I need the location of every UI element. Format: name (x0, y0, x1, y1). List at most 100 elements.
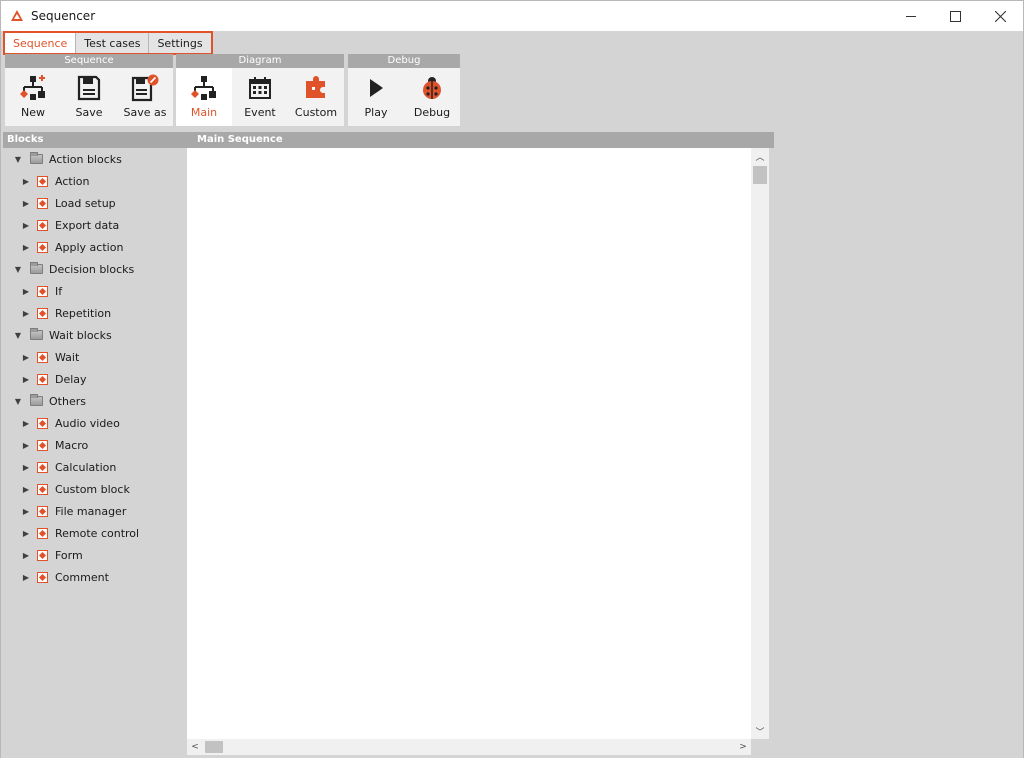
tree-item-label: Form (55, 548, 83, 562)
scroll-right-arrow-icon[interactable]: > (735, 739, 751, 755)
save-as-button[interactable]: Save as (117, 68, 173, 126)
save-button[interactable]: Save (61, 68, 117, 126)
event-diagram-button[interactable]: Event (232, 68, 288, 126)
ribbon-group-title: Sequence (5, 54, 173, 68)
maximize-button[interactable] (933, 1, 978, 31)
tree-item[interactable]: ▶ Delay (20, 369, 87, 389)
tree-item[interactable]: ▶ Export data (20, 215, 119, 235)
expanded-arrow-icon[interactable]: ▼ (12, 155, 24, 164)
tree-group-others[interactable]: ▼ Others (12, 391, 86, 411)
collapsed-arrow-icon[interactable]: ▶ (20, 177, 32, 186)
play-button[interactable]: Play (348, 68, 404, 126)
folder-icon (30, 394, 43, 406)
tree-group-label: Others (49, 394, 86, 408)
tree-item-label: Export data (55, 218, 120, 232)
tree-item[interactable]: ▶ Calculation (20, 457, 116, 477)
horizontal-scrollbar[interactable]: < > (187, 739, 751, 755)
close-button[interactable] (978, 1, 1023, 31)
tree-item[interactable]: ▶ Remote control (20, 523, 139, 543)
vertical-scroll-thumb[interactable] (753, 166, 767, 184)
collapsed-arrow-icon[interactable]: ▶ (20, 529, 32, 538)
save-button-label: Save (75, 106, 103, 119)
collapsed-arrow-icon[interactable]: ▶ (20, 243, 32, 252)
expanded-arrow-icon[interactable]: ▼ (12, 397, 24, 406)
scrollbar-corner (751, 739, 769, 755)
tree-item-label: If (55, 284, 63, 298)
tree-item[interactable]: ▶ Load setup (20, 193, 116, 213)
tree-item[interactable]: ▶ Macro (20, 435, 88, 455)
block-icon (37, 417, 48, 429)
collapsed-arrow-icon[interactable]: ▶ (20, 221, 32, 230)
tree-item[interactable]: ▶ Custom block (20, 479, 130, 499)
collapsed-arrow-icon[interactable]: ▶ (20, 419, 32, 428)
tree-item[interactable]: ▶ Audio video (20, 413, 120, 433)
tree-group-decision-blocks[interactable]: ▼ Decision blocks (12, 259, 134, 279)
custom-diagram-label: Custom (294, 106, 338, 119)
collapsed-arrow-icon[interactable]: ▶ (20, 463, 32, 472)
ribbon-group-sequence: Sequence New Save Save as (5, 54, 173, 126)
sequence-canvas[interactable] (187, 148, 751, 739)
custom-diagram-button[interactable]: Custom (288, 68, 344, 126)
collapsed-arrow-icon[interactable]: ▶ (20, 485, 32, 494)
block-icon (37, 197, 48, 209)
ribbon-group-diagram: Diagram Main Event Custom (176, 54, 344, 126)
collapsed-arrow-icon[interactable]: ▶ (20, 353, 32, 362)
tree-item[interactable]: ▶ Repetition (20, 303, 111, 323)
tree-item[interactable]: ▶ Wait (20, 347, 79, 367)
block-icon (37, 307, 48, 319)
tree-item-label: Wait (55, 350, 80, 364)
block-icon (37, 505, 48, 517)
tab-settings[interactable]: Settings (149, 33, 211, 53)
block-icon (37, 549, 48, 561)
tree-item-label: Load setup (55, 196, 116, 210)
scroll-down-arrow-icon[interactable]: ﹀ (751, 723, 769, 739)
collapsed-arrow-icon[interactable]: ▶ (20, 441, 32, 450)
floppy-disk-icon (77, 75, 101, 101)
tree-item[interactable]: ▶ Action (20, 171, 90, 191)
tree-item[interactable]: ▶ Comment (20, 567, 109, 587)
scroll-up-arrow-icon[interactable]: ︿ (751, 148, 769, 164)
collapsed-arrow-icon[interactable]: ▶ (20, 573, 32, 582)
tree-item[interactable]: ▶ If (20, 281, 62, 301)
block-icon (37, 373, 48, 385)
collapsed-arrow-icon[interactable]: ▶ (20, 551, 32, 560)
block-icon (37, 571, 48, 583)
minimize-button[interactable] (889, 1, 934, 31)
scroll-left-arrow-icon[interactable]: < (187, 739, 203, 755)
tree-item-label: Custom block (55, 482, 130, 496)
tree-item-label: Action (55, 174, 90, 188)
collapsed-arrow-icon[interactable]: ▶ (20, 287, 32, 296)
tab-sequence[interactable]: Sequence (5, 33, 77, 53)
block-icon (37, 351, 48, 363)
tree-group-label: Decision blocks (49, 262, 135, 276)
collapsed-arrow-icon[interactable]: ▶ (20, 507, 32, 516)
collapsed-arrow-icon[interactable]: ▶ (20, 375, 32, 384)
collapsed-arrow-icon[interactable]: ▶ (20, 309, 32, 318)
expanded-arrow-icon[interactable]: ▼ (12, 331, 24, 340)
vertical-scrollbar[interactable]: ︿ ﹀ (751, 148, 769, 739)
main-sequence-header: Main Sequence (187, 132, 774, 148)
new-button-label: New (21, 106, 45, 119)
puzzle-piece-icon (306, 76, 325, 98)
save-as-button-label: Save as (123, 106, 167, 119)
tree-group-wait-blocks[interactable]: ▼ Wait blocks (12, 325, 112, 345)
play-icon (370, 79, 383, 97)
tree-item[interactable]: ▶ Apply action (20, 237, 124, 257)
main-diagram-button[interactable]: Main (176, 68, 232, 126)
collapsed-arrow-icon[interactable]: ▶ (20, 199, 32, 208)
main-diagram-label: Main (190, 106, 218, 119)
tab-test-cases[interactable]: Test cases (76, 33, 150, 53)
new-button[interactable]: New (5, 68, 61, 126)
horizontal-scroll-thumb[interactable] (205, 741, 223, 753)
tree-group-action-blocks[interactable]: ▼ Action blocks (12, 149, 122, 169)
tree-item[interactable]: ▶ File manager (20, 501, 126, 521)
new-sequence-icon (20, 75, 45, 100)
tree-item[interactable]: ▶ Form (20, 545, 83, 565)
title-bar: Sequencer (0, 0, 1024, 31)
app-logo-icon (11, 10, 23, 21)
block-icon (37, 483, 48, 495)
debug-button[interactable]: Debug (404, 68, 460, 126)
block-icon (37, 175, 48, 187)
expanded-arrow-icon[interactable]: ▼ (12, 265, 24, 274)
tree-item-label: Delay (55, 372, 87, 386)
